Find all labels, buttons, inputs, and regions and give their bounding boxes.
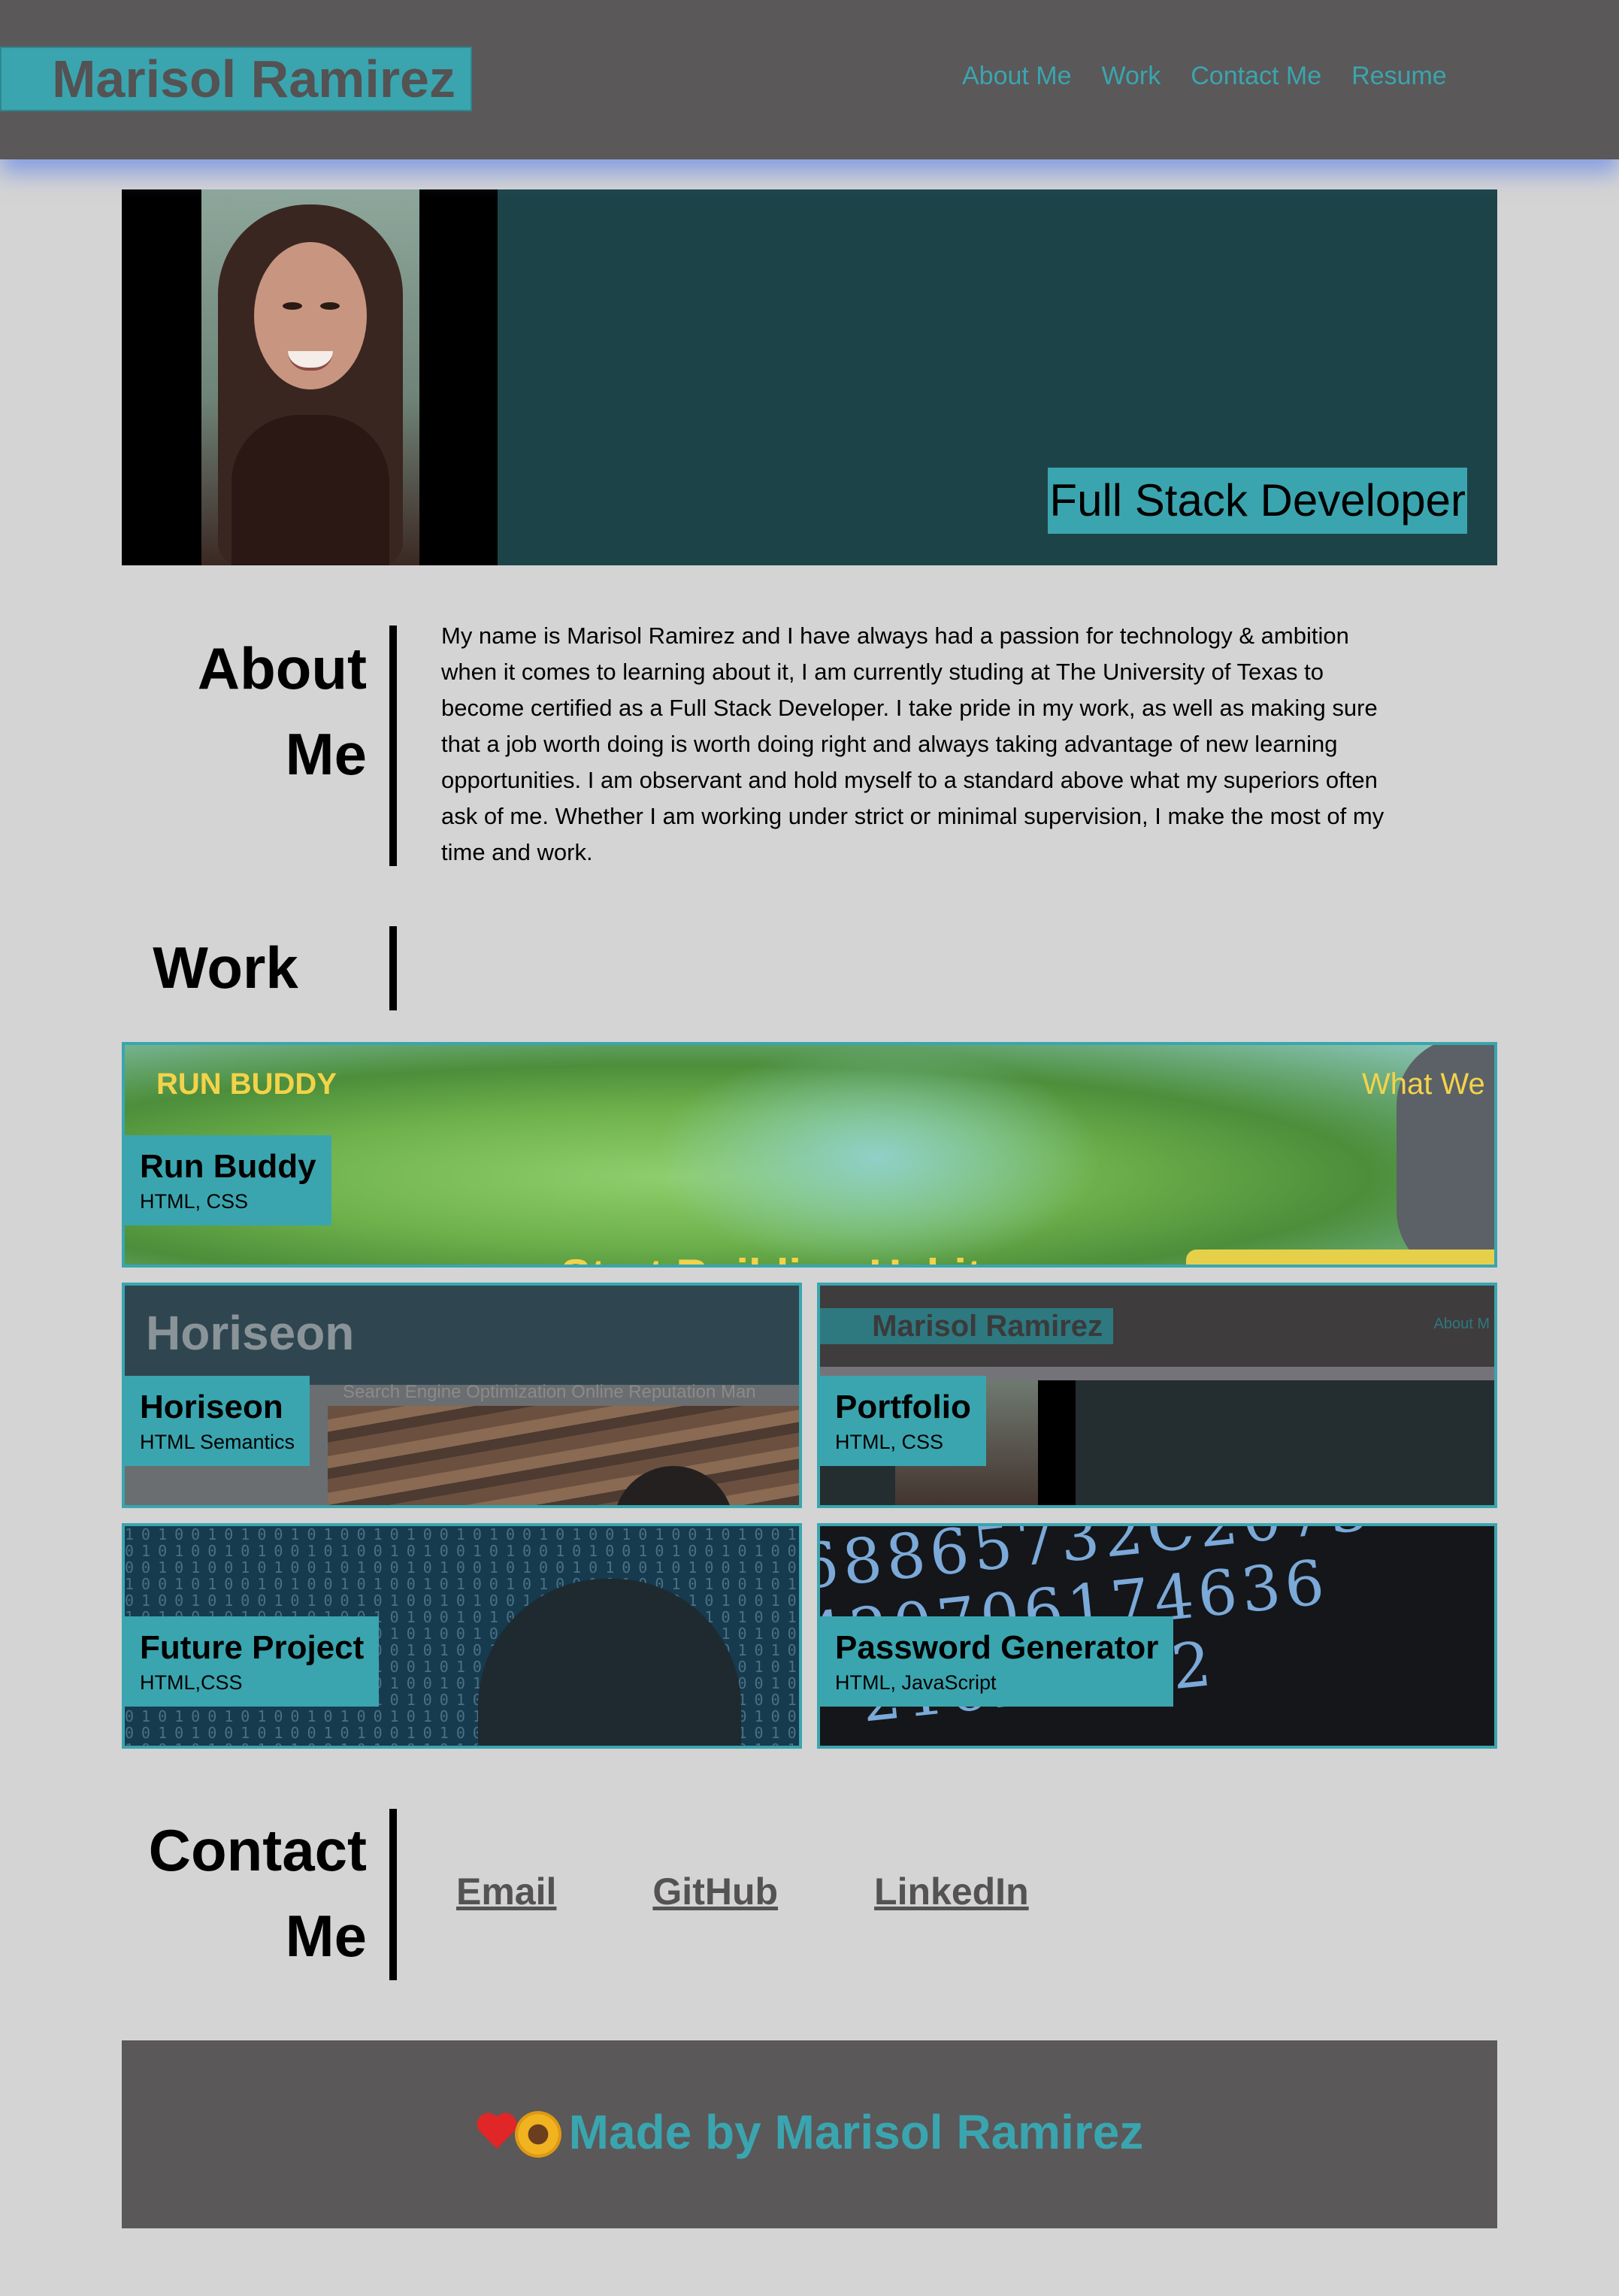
project-name: Horiseon: [140, 1389, 283, 1425]
site-header: Marisol Ramirez About Me Work Contact Me…: [0, 0, 1619, 159]
horiseon-preview-nav: Search Engine Optimization Online Reputa…: [343, 1382, 756, 1402]
contact-link-linkedin[interactable]: LinkedIn: [874, 1870, 1029, 1913]
project-name: Future Project: [140, 1629, 365, 1666]
site-footer: Made by Marisol Ramirez: [122, 2040, 1497, 2228]
project-tile-password-generator[interactable]: 68865732C2073 420706174636 216E6432 Pass…: [817, 1523, 1497, 1749]
footer-credit: Made by Marisol Ramirez: [122, 2104, 1497, 2160]
project-label: Portfolio HTML, CSS: [820, 1376, 986, 1466]
project-label: Password Generator HTML, JavaScript: [820, 1616, 1174, 1707]
heart-emoji-icon: [476, 2113, 518, 2155]
run-buddy-preview-bottom: Start Building Habits: [561, 1249, 1006, 1265]
project-tech: HTML Semantics: [140, 1431, 295, 1453]
nav-link-work[interactable]: Work: [1102, 62, 1161, 91]
project-name: Portfolio: [835, 1389, 971, 1425]
contact-link-email[interactable]: Email: [456, 1870, 556, 1913]
work-divider: [389, 926, 397, 1010]
run-buddy-preview-tagline: What We I: [1362, 1068, 1497, 1101]
contact-links: Email GitHub LinkedIn: [456, 1870, 1029, 1913]
project-tile-horiseon[interactable]: Horiseon Search Engine Optimization Onli…: [122, 1283, 802, 1508]
nav-link-about-me[interactable]: About Me: [962, 62, 1072, 91]
project-tech: HTML,CSS: [140, 1671, 243, 1694]
contact-link-github[interactable]: GitHub: [652, 1870, 778, 1913]
project-label: Horiseon HTML Semantics: [125, 1376, 310, 1466]
project-tile-future-project[interactable]: 1010010100101001010010100101001010010100…: [122, 1523, 802, 1749]
portfolio-preview-nav: About M: [1433, 1316, 1490, 1332]
contact-divider: [389, 1809, 397, 1980]
project-tech: HTML, JavaScript: [835, 1671, 997, 1694]
nav-link-resume[interactable]: Resume: [1351, 62, 1447, 91]
project-tech: HTML, CSS: [835, 1431, 944, 1453]
project-label: Run Buddy HTML, CSS: [125, 1135, 331, 1225]
main-nav: About Me Work Contact Me Resume: [962, 62, 1447, 91]
project-label: Future Project HTML,CSS: [125, 1616, 380, 1707]
project-name: Password Generator: [835, 1629, 1159, 1666]
project-tile-portfolio[interactable]: Marisol Ramirez About M Portfolio HTML, …: [817, 1283, 1497, 1508]
nav-link-contact-me[interactable]: Contact Me: [1191, 62, 1321, 91]
about-divider: [389, 625, 397, 866]
about-text: My name is Marisol Ramirez and I have al…: [441, 622, 1384, 865]
sunflower-emoji-icon: [517, 2114, 558, 2155]
profile-photo-frame: [122, 189, 498, 565]
contact-heading: Contact Me: [148, 1817, 367, 1969]
horiseon-preview-logo: Horiseon: [146, 1306, 355, 1360]
run-buddy-preview-logo: RUN BUDDY: [156, 1068, 337, 1101]
project-tech: HTML, CSS: [140, 1190, 249, 1213]
project-name: Run Buddy: [140, 1148, 316, 1185]
hero-title: Full Stack Developer: [1048, 468, 1467, 534]
portfolio-preview-brand: Marisol Ramirez: [820, 1308, 1113, 1344]
site-brand[interactable]: Marisol Ramirez: [0, 47, 472, 111]
hero-banner: Full Stack Developer: [122, 189, 1497, 565]
about-heading: About Me: [197, 635, 367, 787]
project-tile-run-buddy[interactable]: RUN BUDDY What We I Start Building Habit…: [122, 1042, 1497, 1268]
work-heading: Work: [153, 934, 298, 1001]
profile-photo: [201, 189, 419, 565]
